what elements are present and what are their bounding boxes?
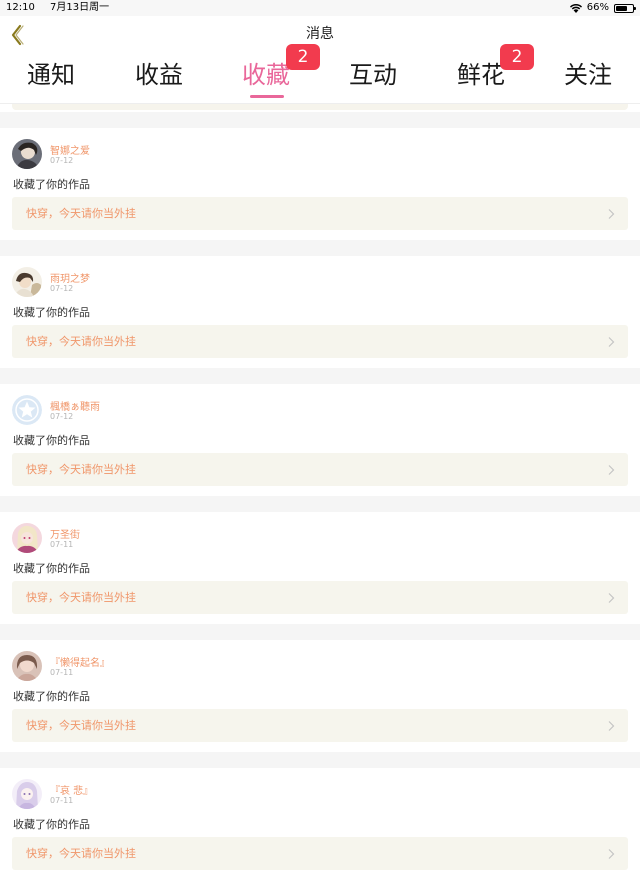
tab-income[interactable]: 收益: [119, 54, 199, 96]
avatar-image: [12, 523, 42, 553]
chevron-right-icon: [608, 721, 615, 731]
tab-bar: 通知 收益 收藏 互动 鲜花 关注 2 2: [0, 44, 640, 104]
post-date: 07-11: [50, 540, 74, 549]
default-avatar-star-icon: [12, 395, 42, 425]
work-link[interactable]: 快穿，今天请你当外挂: [12, 453, 628, 486]
work-link[interactable]: 快穿，今天请你当外挂: [12, 197, 628, 230]
work-link[interactable]: 快穿，今天请你当外挂: [12, 581, 628, 614]
work-link[interactable]: 快穿，今天请你当外挂: [12, 837, 628, 870]
action-text: 收藏了你的作品: [13, 434, 90, 447]
action-text: 收藏了你的作品: [13, 818, 90, 831]
flowers-badge: 2: [500, 44, 534, 70]
list-item: 『哀 悲』 07-11 收藏了你的作品 快穿，今天请你当外挂: [0, 768, 640, 880]
list-item: 雨玥之梦 07-12 收藏了你的作品 快穿，今天请你当外挂: [0, 256, 640, 368]
status-date: 7月13日周一: [50, 2, 110, 13]
user-name[interactable]: 雨玥之梦: [50, 270, 90, 285]
action-text: 收藏了你的作品: [13, 562, 90, 575]
user-name[interactable]: 智娜之爱: [50, 142, 90, 157]
action-text: 收藏了你的作品: [13, 306, 90, 319]
avatar[interactable]: [12, 651, 42, 681]
tab-follow[interactable]: 关注: [548, 54, 628, 96]
list-item-partial: [0, 104, 640, 112]
action-text: 收藏了你的作品: [13, 178, 90, 191]
tab-interaction[interactable]: 互动: [333, 54, 413, 96]
status-bar: 12:10 7月13日周一 66%: [0, 0, 640, 16]
avatar[interactable]: [12, 395, 42, 425]
post-date: 07-11: [50, 796, 74, 805]
page-title: 消息: [306, 26, 334, 42]
work-title: 快穿，今天请你当外挂: [26, 719, 136, 732]
post-date: 07-12: [50, 284, 74, 293]
avatar-image: [12, 267, 42, 297]
battery-percent: 66%: [586, 2, 609, 13]
active-tab-indicator: [250, 95, 284, 98]
list-item: 楓橋ぁ聽雨 07-12 收藏了你的作品 快穿，今天请你当外挂: [0, 384, 640, 496]
battery-fill: [616, 5, 627, 11]
tab-notice[interactable]: 通知: [11, 54, 91, 96]
status-right: 66%: [569, 0, 636, 16]
chevron-right-icon: [608, 337, 615, 347]
post-date: 07-12: [50, 412, 74, 421]
chevron-right-icon: [608, 593, 615, 603]
work-title: 快穿，今天请你当外挂: [26, 847, 136, 860]
user-name[interactable]: 万圣街: [50, 526, 80, 541]
work-link[interactable]: 快穿，今天请你当外挂: [12, 709, 628, 742]
nav-bar: 消息: [0, 16, 640, 52]
status-left: 12:10 7月13日周一: [6, 0, 121, 16]
action-text: 收藏了你的作品: [13, 690, 90, 703]
avatar-image: [12, 651, 42, 681]
user-name[interactable]: 『哀 悲』: [50, 782, 93, 797]
avatar[interactable]: [12, 267, 42, 297]
avatar[interactable]: [12, 779, 42, 809]
battery-icon: [614, 3, 636, 13]
avatar[interactable]: [12, 139, 42, 169]
user-name[interactable]: 楓橋ぁ聽雨: [50, 398, 100, 413]
work-title: 快穿，今天请你当外挂: [26, 207, 136, 220]
list-item: 智娜之爱 07-12 收藏了你的作品 快穿，今天请你当外挂: [0, 128, 640, 240]
work-box-partial: [12, 104, 628, 110]
chevron-right-icon: [608, 465, 615, 475]
favorites-list: 智娜之爱 07-12 收藏了你的作品 快穿，今天请你当外挂 雨玥之梦 07-12…: [0, 104, 640, 880]
work-title: 快穿，今天请你当外挂: [26, 591, 136, 604]
work-title: 快穿，今天请你当外挂: [26, 335, 136, 348]
post-date: 07-12: [50, 156, 74, 165]
avatar[interactable]: [12, 523, 42, 553]
status-time: 12:10: [6, 2, 35, 13]
list-item: 万圣街 07-11 收藏了你的作品 快穿，今天请你当外挂: [0, 512, 640, 624]
list-item: 『懒得起名』 07-11 收藏了你的作品 快穿，今天请你当外挂: [0, 640, 640, 752]
user-name[interactable]: 『懒得起名』: [50, 654, 110, 669]
avatar-image: [12, 139, 42, 169]
chevron-right-icon: [608, 209, 615, 219]
work-title: 快穿，今天请你当外挂: [26, 463, 136, 476]
wifi-icon: [569, 3, 582, 13]
favorites-badge: 2: [286, 44, 320, 70]
work-link[interactable]: 快穿，今天请你当外挂: [12, 325, 628, 358]
post-date: 07-11: [50, 668, 74, 677]
avatar-image: [12, 779, 42, 809]
chevron-right-icon: [608, 849, 615, 859]
